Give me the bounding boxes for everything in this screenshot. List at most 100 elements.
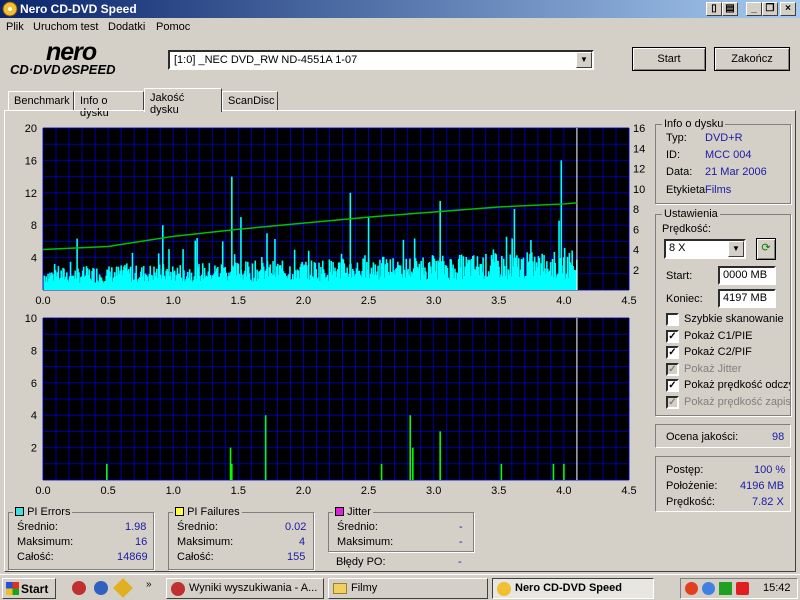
tray-icon-1[interactable] <box>685 582 698 595</box>
speed-select[interactable]: 8 X ▼ <box>664 239 746 259</box>
pi-failures-swatch <box>175 507 184 516</box>
help-icon[interactable]: ▯ <box>706 2 722 16</box>
maximize-button[interactable]: ❐ <box>762 2 778 16</box>
refresh-icon[interactable]: ⟳ <box>756 238 776 260</box>
tag-value: Films <box>705 184 732 196</box>
type-value: DVD+R <box>705 132 743 144</box>
task-label: Wyniki wyszukiwania - A... <box>189 582 318 594</box>
read-speed-label: Prędkość: <box>666 496 715 508</box>
progress-label: Postęp: <box>666 464 704 476</box>
po-errors-label: Błędy PO: <box>336 556 386 568</box>
y-tick-label: 16 <box>25 155 37 167</box>
pi-errors-chart: 0.0 0.5 1.0 1.5 2.0 2.5 3.0 3.5 4.0 4.54812162024… <box>25 123 646 307</box>
settings-group: Ustawienia Prędkość: 8 X ▼ ⟳ Start: 0000… <box>655 208 791 416</box>
pi-failures-title: PI Failures <box>187 506 240 518</box>
position-label: Położenie: <box>666 480 718 492</box>
y-tick-label: 10 <box>25 313 37 325</box>
x-tick-label: 0.5 <box>100 295 115 307</box>
x-tick-label: 0.5 <box>100 485 115 497</box>
end-input[interactable]: 4197 MB <box>718 289 776 308</box>
x-tick-label: 2.5 <box>361 295 376 307</box>
pie-total-value: 14869 <box>117 551 148 563</box>
task-search-results[interactable]: Wyniki wyszukiwania - A... <box>166 578 324 599</box>
menu-pomoc[interactable]: Pomoc <box>156 21 190 33</box>
task-folder[interactable]: Filmy <box>328 578 488 599</box>
ie-icon[interactable] <box>94 581 108 595</box>
x-tick-label: 1.0 <box>166 485 181 497</box>
checkbox-4[interactable]: ✓ <box>666 379 679 392</box>
quicklaunch-icon-3[interactable] <box>113 578 133 598</box>
close-button[interactable]: × <box>780 2 796 16</box>
tab-disc-quality[interactable]: Jakość dysku <box>144 88 222 116</box>
checkbox-label-4: Pokaż prędkość odczytu <box>684 379 790 391</box>
exit-button[interactable]: Zakończ <box>714 47 790 71</box>
jitter-avg-label: Średnio: <box>337 521 378 533</box>
tray-icon-4[interactable] <box>736 582 749 595</box>
position-value: 4196 MB <box>740 480 785 492</box>
menu-dodatki[interactable]: Dodatki <box>108 21 145 33</box>
y2-tick-label: 8 <box>633 204 639 216</box>
id-value: MCC 004 <box>705 149 752 161</box>
x-tick-label: 1.0 <box>166 295 181 307</box>
tray-icon-2[interactable] <box>702 582 715 595</box>
disc-info-title: Info o dysku <box>662 118 726 130</box>
pie-max-value: 16 <box>135 536 148 548</box>
id-label: ID: <box>666 149 681 161</box>
end-label: Koniec: <box>666 293 703 305</box>
menu-uruchom-test[interactable]: Uruchom test <box>33 21 98 33</box>
x-tick-label: 3.0 <box>426 485 441 497</box>
chevron-down-icon[interactable]: ▼ <box>728 241 744 257</box>
y-tick-label: 20 <box>25 123 37 135</box>
jitter-avg-value: - <box>459 521 463 533</box>
y2-tick-label: 16 <box>633 123 645 135</box>
checkbox-5: ✓ <box>666 395 679 409</box>
y-tick-label: 2 <box>31 443 37 455</box>
checkbox-label-5: Pokaż prędkość zapisu <box>684 395 790 408</box>
quicklaunch-overflow-icon[interactable]: » <box>146 579 152 590</box>
tag-label: Etykieta <box>666 184 706 196</box>
pie-total-label: Całość: <box>17 551 54 563</box>
checkbox-1[interactable]: ✓ <box>666 329 679 343</box>
drive-select[interactable]: [1:0] _NEC DVD_RW ND-4551A 1-07 ▼ <box>168 50 594 70</box>
tab-disc-info[interactable]: Info o dysku <box>74 91 144 119</box>
quicklaunch-icon-1[interactable] <box>72 581 86 595</box>
task-nero[interactable]: Nero CD-DVD Speed <box>492 578 654 599</box>
minimize-button[interactable]: _ <box>746 2 762 16</box>
pi-errors-group: PI Errors Średnio: 1.98 Maksimum: 16 Cał… <box>8 506 154 570</box>
x-tick-label: 4.5 <box>621 485 636 497</box>
pi-errors-swatch <box>15 507 24 516</box>
checkbox-2[interactable]: ✓ <box>666 346 679 359</box>
start-input[interactable]: 0000 MB <box>718 266 776 285</box>
x-tick-label: 4.5 <box>621 295 636 307</box>
chevron-down-icon[interactable]: ▼ <box>576 52 592 68</box>
checkbox-label-2: Pokaż C2/PIF <box>684 346 752 358</box>
x-tick-label: 3.0 <box>426 295 441 307</box>
start-button[interactable]: Start <box>632 47 706 71</box>
jitter-group: Jitter Średnio: - Maksimum: - <box>328 506 474 552</box>
speed-select-value: 8 X <box>669 242 686 254</box>
x-tick-label: 2.5 <box>361 485 376 497</box>
tab-benchmark[interactable]: Benchmark <box>8 91 74 111</box>
nero-app-icon <box>2 1 18 17</box>
checkbox-0[interactable] <box>666 313 679 326</box>
y2-tick-label: 14 <box>633 143 645 155</box>
x-tick-label: 3.5 <box>491 485 506 497</box>
tab-scandisc[interactable]: ScanDisc <box>222 91 278 111</box>
pi-failures-title-wrap: PI Failures <box>173 506 242 518</box>
checkbox-label-0: Szybkie skanowanie <box>684 313 784 325</box>
menu-plik[interactable]: Plik <box>6 21 24 33</box>
pie-max-label: Maksimum: <box>17 536 74 548</box>
y-tick-label: 4 <box>31 253 37 265</box>
type-label: Typ: <box>666 132 687 144</box>
y2-tick-label: 2 <box>633 265 639 277</box>
save-icon[interactable]: ▤ <box>722 2 738 16</box>
checkbox-label-3: Pokaż Jitter <box>684 362 742 375</box>
checkbox-3: ✓ <box>666 362 679 376</box>
pi-failures-chart: 0.0 0.5 1.0 1.5 2.0 2.5 3.0 3.5 4.0 4.5 2 4 6 8 10 <box>25 313 637 497</box>
pi-errors-title: PI Errors <box>27 506 71 518</box>
pif-max-label: Maksimum: <box>177 536 234 548</box>
start-menu-button[interactable]: Start <box>2 578 56 599</box>
tray-icon-3[interactable] <box>719 582 732 595</box>
y2-tick-label: 10 <box>633 184 645 196</box>
menu-bar: Plik Uruchom test Dodatki Pomoc <box>0 18 800 38</box>
